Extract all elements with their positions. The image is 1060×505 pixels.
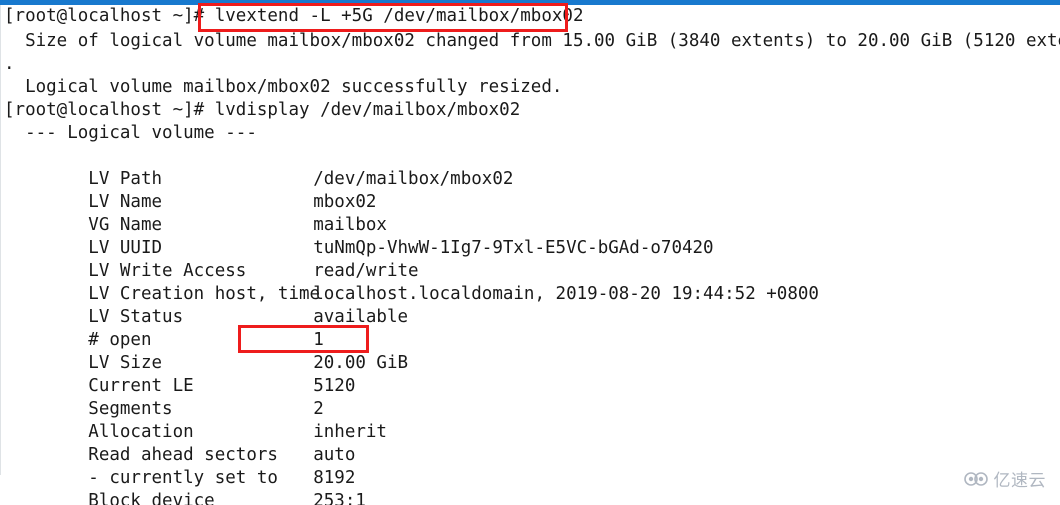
property-value: available (313, 307, 409, 327)
terminal-screenshot: [root@localhost ~]# lvextend -L +5G /dev… (0, 0, 1060, 505)
property-row-lv-status: LV Status available (4, 283, 408, 327)
property-row-lv-write-access: LV Write Access read/write (4, 237, 418, 281)
property-row-allocation: Allocation inherit (4, 398, 387, 442)
watermark-text: 亿速云 (993, 471, 1046, 491)
property-row-lv-name: LV Name mbox02 (4, 168, 376, 212)
terminal-line-section-header: --- Logical volume --- (4, 123, 257, 143)
terminal-line-output-1: Size of logical volume mailbox/mbox02 ch… (4, 31, 1060, 51)
property-row-lv-size: LV Size 20.00 GiB (4, 329, 408, 373)
property-row-open-count: # open 1 (4, 306, 323, 350)
property-row-segments: Segments 2 (4, 375, 323, 419)
terminal-line-command-1: [root@localhost ~]# lvextend -L +5G /dev… (4, 6, 584, 26)
terminal-output[interactable]: [root@localhost ~]# lvextend -L +5G /dev… (0, 5, 1060, 505)
terminal-line-command-2: [root@localhost ~]# lvdisplay /dev/mailb… (4, 100, 521, 120)
terminal-line-output-1-wrap: . (4, 54, 15, 74)
property-row-lv-path: LV Path/dev/mailbox/mbox02 (4, 145, 513, 189)
property-row-vg-name: VG Name mailbox (4, 191, 387, 235)
property-row-read-ahead-sectors: Read ahead sectors auto (4, 421, 355, 465)
terminal-line-output-2: Logical volume mailbox/mbox02 successful… (4, 77, 563, 97)
property-row-lv-creation-host-time: LV Creation host, timelocalhost.localdom… (4, 260, 819, 304)
property-row-currently-set-to: - currently set to 8192 (4, 444, 355, 488)
watermark: 亿速云 (963, 466, 1047, 491)
property-label: Block device (67, 491, 215, 505)
property-row-lv-uuid: LV UUID tuNmQp-VhwW-1Ig7-9Txl-E5VC-bGAd-o… (4, 214, 713, 258)
property-value: 253:1 (313, 491, 366, 505)
property-row-block-device: Block device 253:1 (4, 467, 366, 505)
cloud-icon (963, 471, 989, 487)
property-row-current-le: Current LE 5120 (4, 352, 355, 396)
